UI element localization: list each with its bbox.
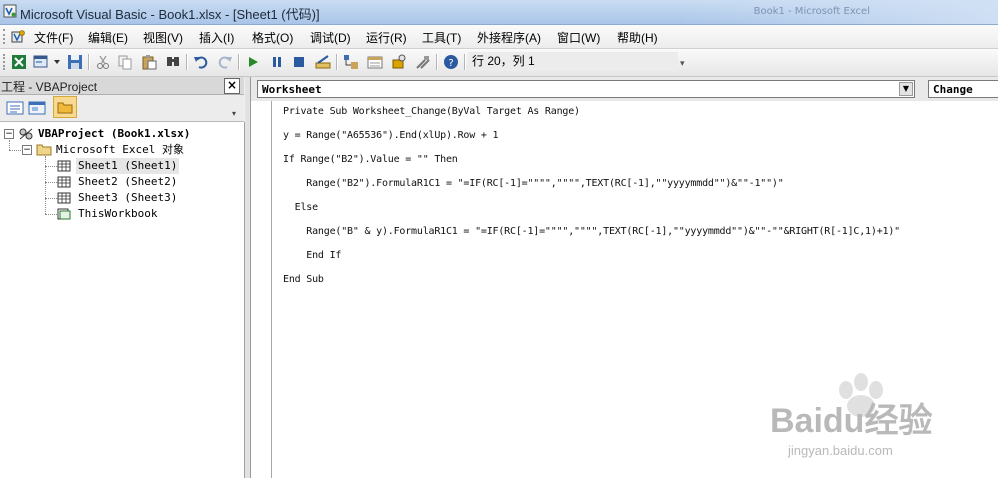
project-explorer-icon[interactable] — [342, 53, 360, 71]
tree-label: Microsoft Excel 对象 — [56, 143, 184, 156]
paste-icon[interactable] — [140, 53, 158, 71]
save-icon[interactable] — [66, 53, 84, 71]
background-window-title: Book1 - Microsoft Excel — [753, 6, 870, 17]
collapse-icon[interactable]: − — [4, 129, 14, 139]
folder-icon — [36, 144, 52, 156]
code-line: Range("B" & y).FormulaR1C1 = "=IF(RC[-1]… — [283, 226, 900, 237]
menu-addins[interactable]: 外接程序(A) — [477, 29, 541, 46]
code-line: Private Sub Worksheet_Change(ByVal Targe… — [283, 106, 580, 117]
procedure-dropdown-value: Change — [933, 83, 973, 96]
menu-window[interactable]: 窗口(W) — [557, 29, 600, 46]
cut-icon[interactable] — [94, 53, 112, 71]
workbook-icon — [57, 208, 71, 220]
toggle-folders-button[interactable] — [53, 96, 77, 118]
redo-icon[interactable] — [216, 53, 234, 71]
project-pane-toolbar: ▾ — [0, 95, 244, 122]
toolbox-icon[interactable] — [414, 53, 432, 71]
excel-view-icon[interactable] — [10, 53, 28, 71]
undo-icon[interactable] — [192, 53, 210, 71]
tree-label: VBAProject (Book1.xlsx) — [38, 127, 191, 140]
tree-label: Sheet3 (Sheet3) — [78, 191, 178, 204]
tree-label: Sheet2 (Sheet2) — [78, 175, 178, 188]
find-icon[interactable] — [164, 53, 182, 71]
background-window-ghost: Book1 - Microsoft Excel — [680, 0, 998, 24]
code-line: If Range("B2").Value = "" Then — [283, 154, 458, 165]
project-tree: − VBAProject (Book1.xlsx) − Microsoft Ex… — [0, 122, 245, 478]
tree-item-project[interactable]: − VBAProject (Book1.xlsx) — [0, 126, 240, 142]
menu-bar: 文件(F) 编辑(E) 视图(V) 插入(I) 格式(O) 调试(D) 运行(R… — [0, 25, 998, 49]
code-line: End If — [283, 250, 342, 261]
code-line: End Sub — [283, 274, 324, 285]
folder-icon — [57, 102, 73, 114]
worksheet-icon — [57, 192, 71, 204]
vbe-menu-icon[interactable] — [10, 29, 26, 44]
menu-tools[interactable]: 工具(T) — [422, 29, 461, 46]
project-pane-header: 工程 - VBAProject × — [0, 77, 244, 95]
pane-overflow-icon[interactable]: ▾ — [232, 109, 236, 118]
insert-dropdown-icon[interactable] — [52, 53, 62, 71]
object-dropdown-value: Worksheet — [262, 83, 322, 96]
project-pane-title: 工程 - VBAProject — [1, 80, 98, 94]
tree-item-sheet3[interactable]: Sheet3 (Sheet3) — [0, 190, 240, 206]
run-icon[interactable] — [244, 53, 262, 71]
window-title: Microsoft Visual Basic - Book1.xlsx - [S… — [20, 7, 320, 22]
standard-toolbar: ? 行 20，列 1 ▾ — [0, 49, 998, 77]
copy-icon[interactable] — [116, 53, 134, 71]
close-icon[interactable]: × — [224, 78, 240, 94]
toolbar-separator — [464, 54, 466, 70]
svg-text:?: ? — [448, 58, 453, 69]
tree-item-sheet2[interactable]: Sheet2 (Sheet2) — [0, 174, 240, 190]
code-line: y = Range("A65536").End(xlUp).Row + 1 — [283, 130, 499, 141]
chevron-down-icon[interactable]: ▼ — [899, 82, 913, 96]
worksheet-icon — [57, 176, 71, 188]
tree-item-sheet1[interactable]: Sheet1 (Sheet1) — [0, 158, 240, 174]
cursor-position: 行 20，列 1 — [468, 52, 678, 71]
properties-icon[interactable] — [366, 53, 384, 71]
tree-item-folder[interactable]: − Microsoft Excel 对象 — [0, 142, 240, 158]
reset-icon[interactable] — [290, 53, 308, 71]
menu-format[interactable]: 格式(O) — [252, 29, 293, 46]
menu-view[interactable]: 视图(V) — [143, 29, 183, 46]
object-browser-icon[interactable] — [390, 53, 408, 71]
vba-project-icon — [19, 128, 33, 140]
menu-debug[interactable]: 调试(D) — [310, 29, 351, 46]
toolbar-overflow-icon[interactable]: ▾ — [680, 59, 685, 69]
code-line: Range("B2").FormulaR1C1 = "=IF(RC[-1]=""… — [283, 178, 784, 189]
tree-label: ThisWorkbook — [78, 207, 158, 220]
design-mode-icon[interactable] — [314, 53, 332, 71]
menu-help[interactable]: 帮助(H) — [617, 29, 658, 46]
watermark-url: jingyan.baidu.com — [788, 443, 893, 458]
menu-edit[interactable]: 编辑(E) — [88, 29, 128, 46]
menu-run[interactable]: 运行(R) — [366, 29, 407, 46]
toolbar-separator — [436, 54, 438, 70]
menu-insert[interactable]: 插入(I) — [199, 29, 234, 46]
code-margin[interactable] — [251, 101, 272, 478]
title-bar: Microsoft Visual Basic - Book1.xlsx - [S… — [0, 0, 998, 25]
vba-app-icon — [3, 4, 17, 18]
toolbar-separator — [186, 54, 188, 70]
worksheet-icon — [57, 160, 71, 172]
toolbar-grip[interactable] — [3, 54, 8, 70]
view-object-icon[interactable] — [27, 99, 47, 117]
menu-file[interactable]: 文件(F) — [34, 29, 73, 46]
tree-item-thisworkbook[interactable]: ThisWorkbook — [0, 206, 240, 222]
help-icon[interactable]: ? — [442, 53, 460, 71]
watermark-brand: Baidu经验 — [770, 402, 933, 440]
code-line: Else — [283, 202, 318, 213]
tree-label-selected: Sheet1 (Sheet1) — [76, 158, 180, 174]
view-code-icon[interactable] — [5, 99, 25, 117]
toolbar-separator — [88, 54, 90, 70]
object-dropdown[interactable]: Worksheet ▼ — [257, 80, 915, 98]
insert-userform-icon[interactable] — [32, 53, 50, 71]
toolbar-separator — [336, 54, 338, 70]
procedure-dropdown[interactable]: Change — [928, 80, 998, 98]
toolbar-separator — [238, 54, 240, 70]
break-icon[interactable] — [268, 53, 286, 71]
collapse-icon[interactable]: − — [22, 145, 32, 155]
menu-grip[interactable] — [3, 29, 8, 44]
